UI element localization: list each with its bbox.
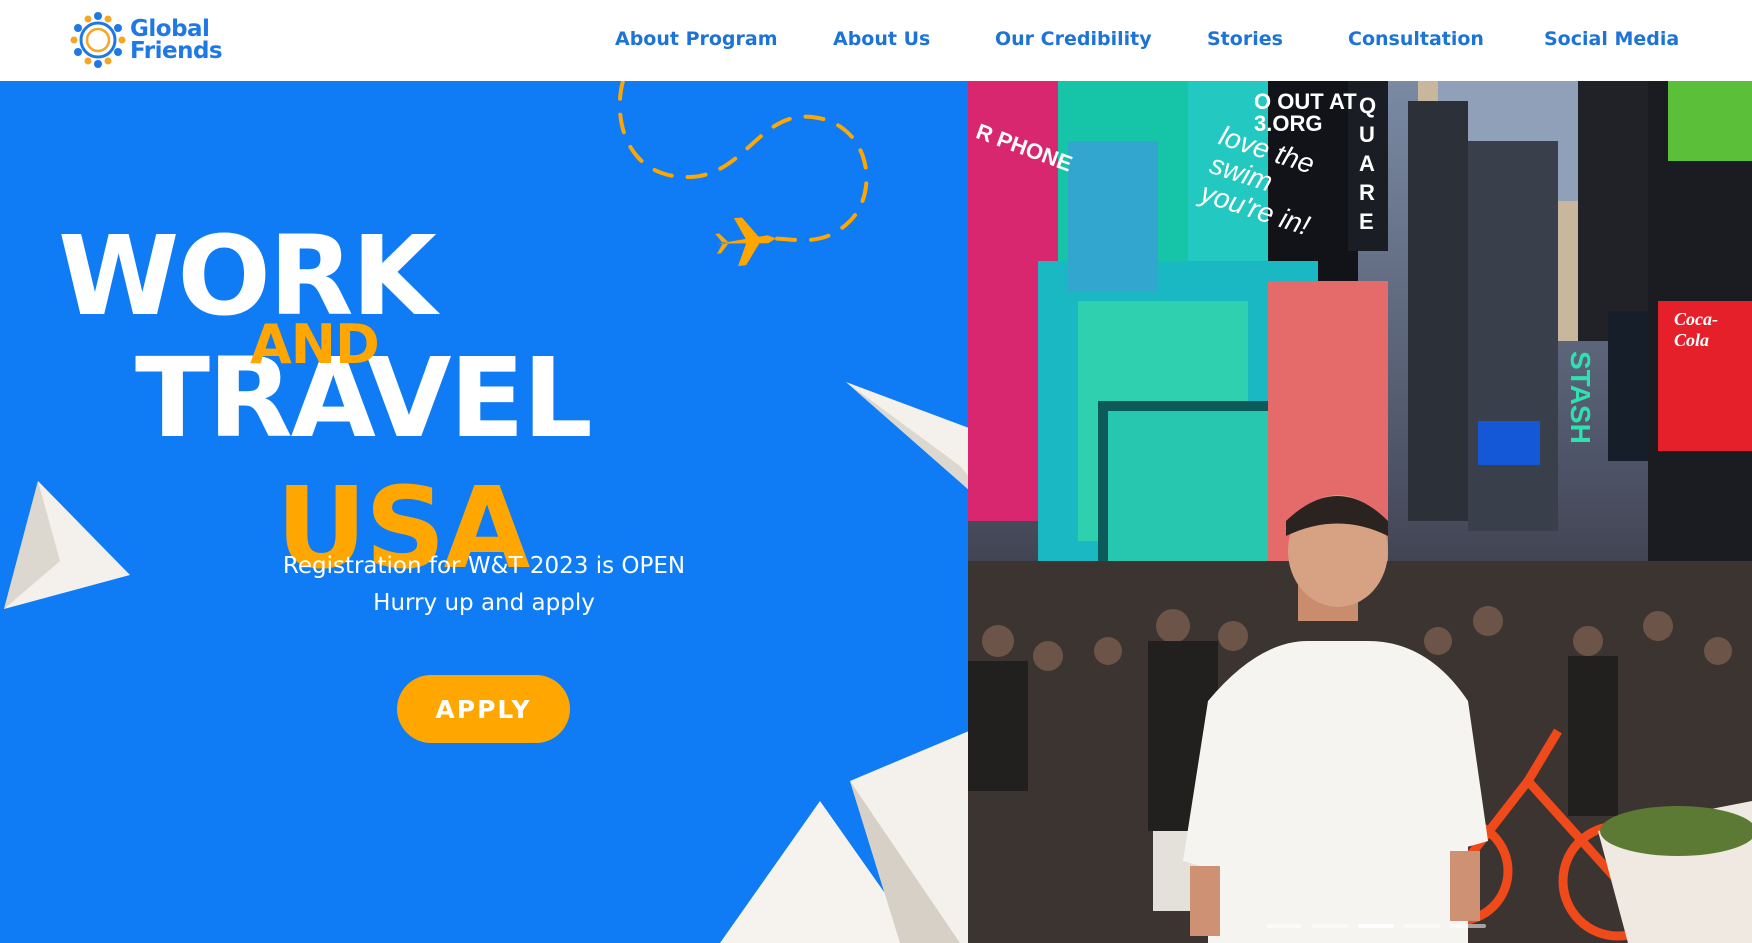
billboard-square: QUARE [1359,93,1377,234]
slide-dot-1[interactable] [1266,924,1302,928]
paper-plane-bottom [720,731,968,943]
apply-button[interactable]: APPLY [397,675,570,743]
hero-title-and: AND [250,313,380,376]
slide-dot-2[interactable] [1312,924,1348,928]
brand-line2: Friends [130,38,223,64]
brand-line1: Global [130,16,210,42]
slide-dot-4[interactable] [1404,924,1440,928]
site-header: Global Friends About Program About Us Ou… [0,0,1752,81]
billboard-org: O OUT AT 3.ORG [1254,89,1357,136]
slider-indicators [1266,924,1486,928]
globe-people-icon [70,12,126,68]
slide-dot-3[interactable] [1358,924,1394,928]
nav-consultation[interactable]: Consultation [1348,28,1484,50]
billboard-stash: STASH [1565,351,1596,444]
hero-panel: WORK TRAVEL AND USA [0,81,968,943]
nav-our-credibility[interactable]: Our Credibility [995,28,1152,50]
paper-plane-center [846,382,968,490]
hero-photo: R PHONE O OUT AT 3.ORG QUARE love the sw… [968,81,1752,943]
registration-line1: Registration for W&T 2023 is OPEN [282,553,686,579]
nav-stories[interactable]: Stories [1207,28,1283,50]
airplane-icon [715,217,776,266]
brand-name: Global Friends [130,16,223,64]
site-logo[interactable]: Global Friends [70,10,223,70]
billboard-coke: Coca-Cola [1674,309,1718,350]
nav-social-media[interactable]: Social Media [1544,28,1679,50]
flight-path [617,81,869,243]
nav-about-us[interactable]: About Us [833,28,930,50]
registration-line2: Hurry up and apply [373,590,595,616]
nav-about-program[interactable]: About Program [615,28,778,50]
slide-dot-5[interactable] [1450,924,1486,928]
